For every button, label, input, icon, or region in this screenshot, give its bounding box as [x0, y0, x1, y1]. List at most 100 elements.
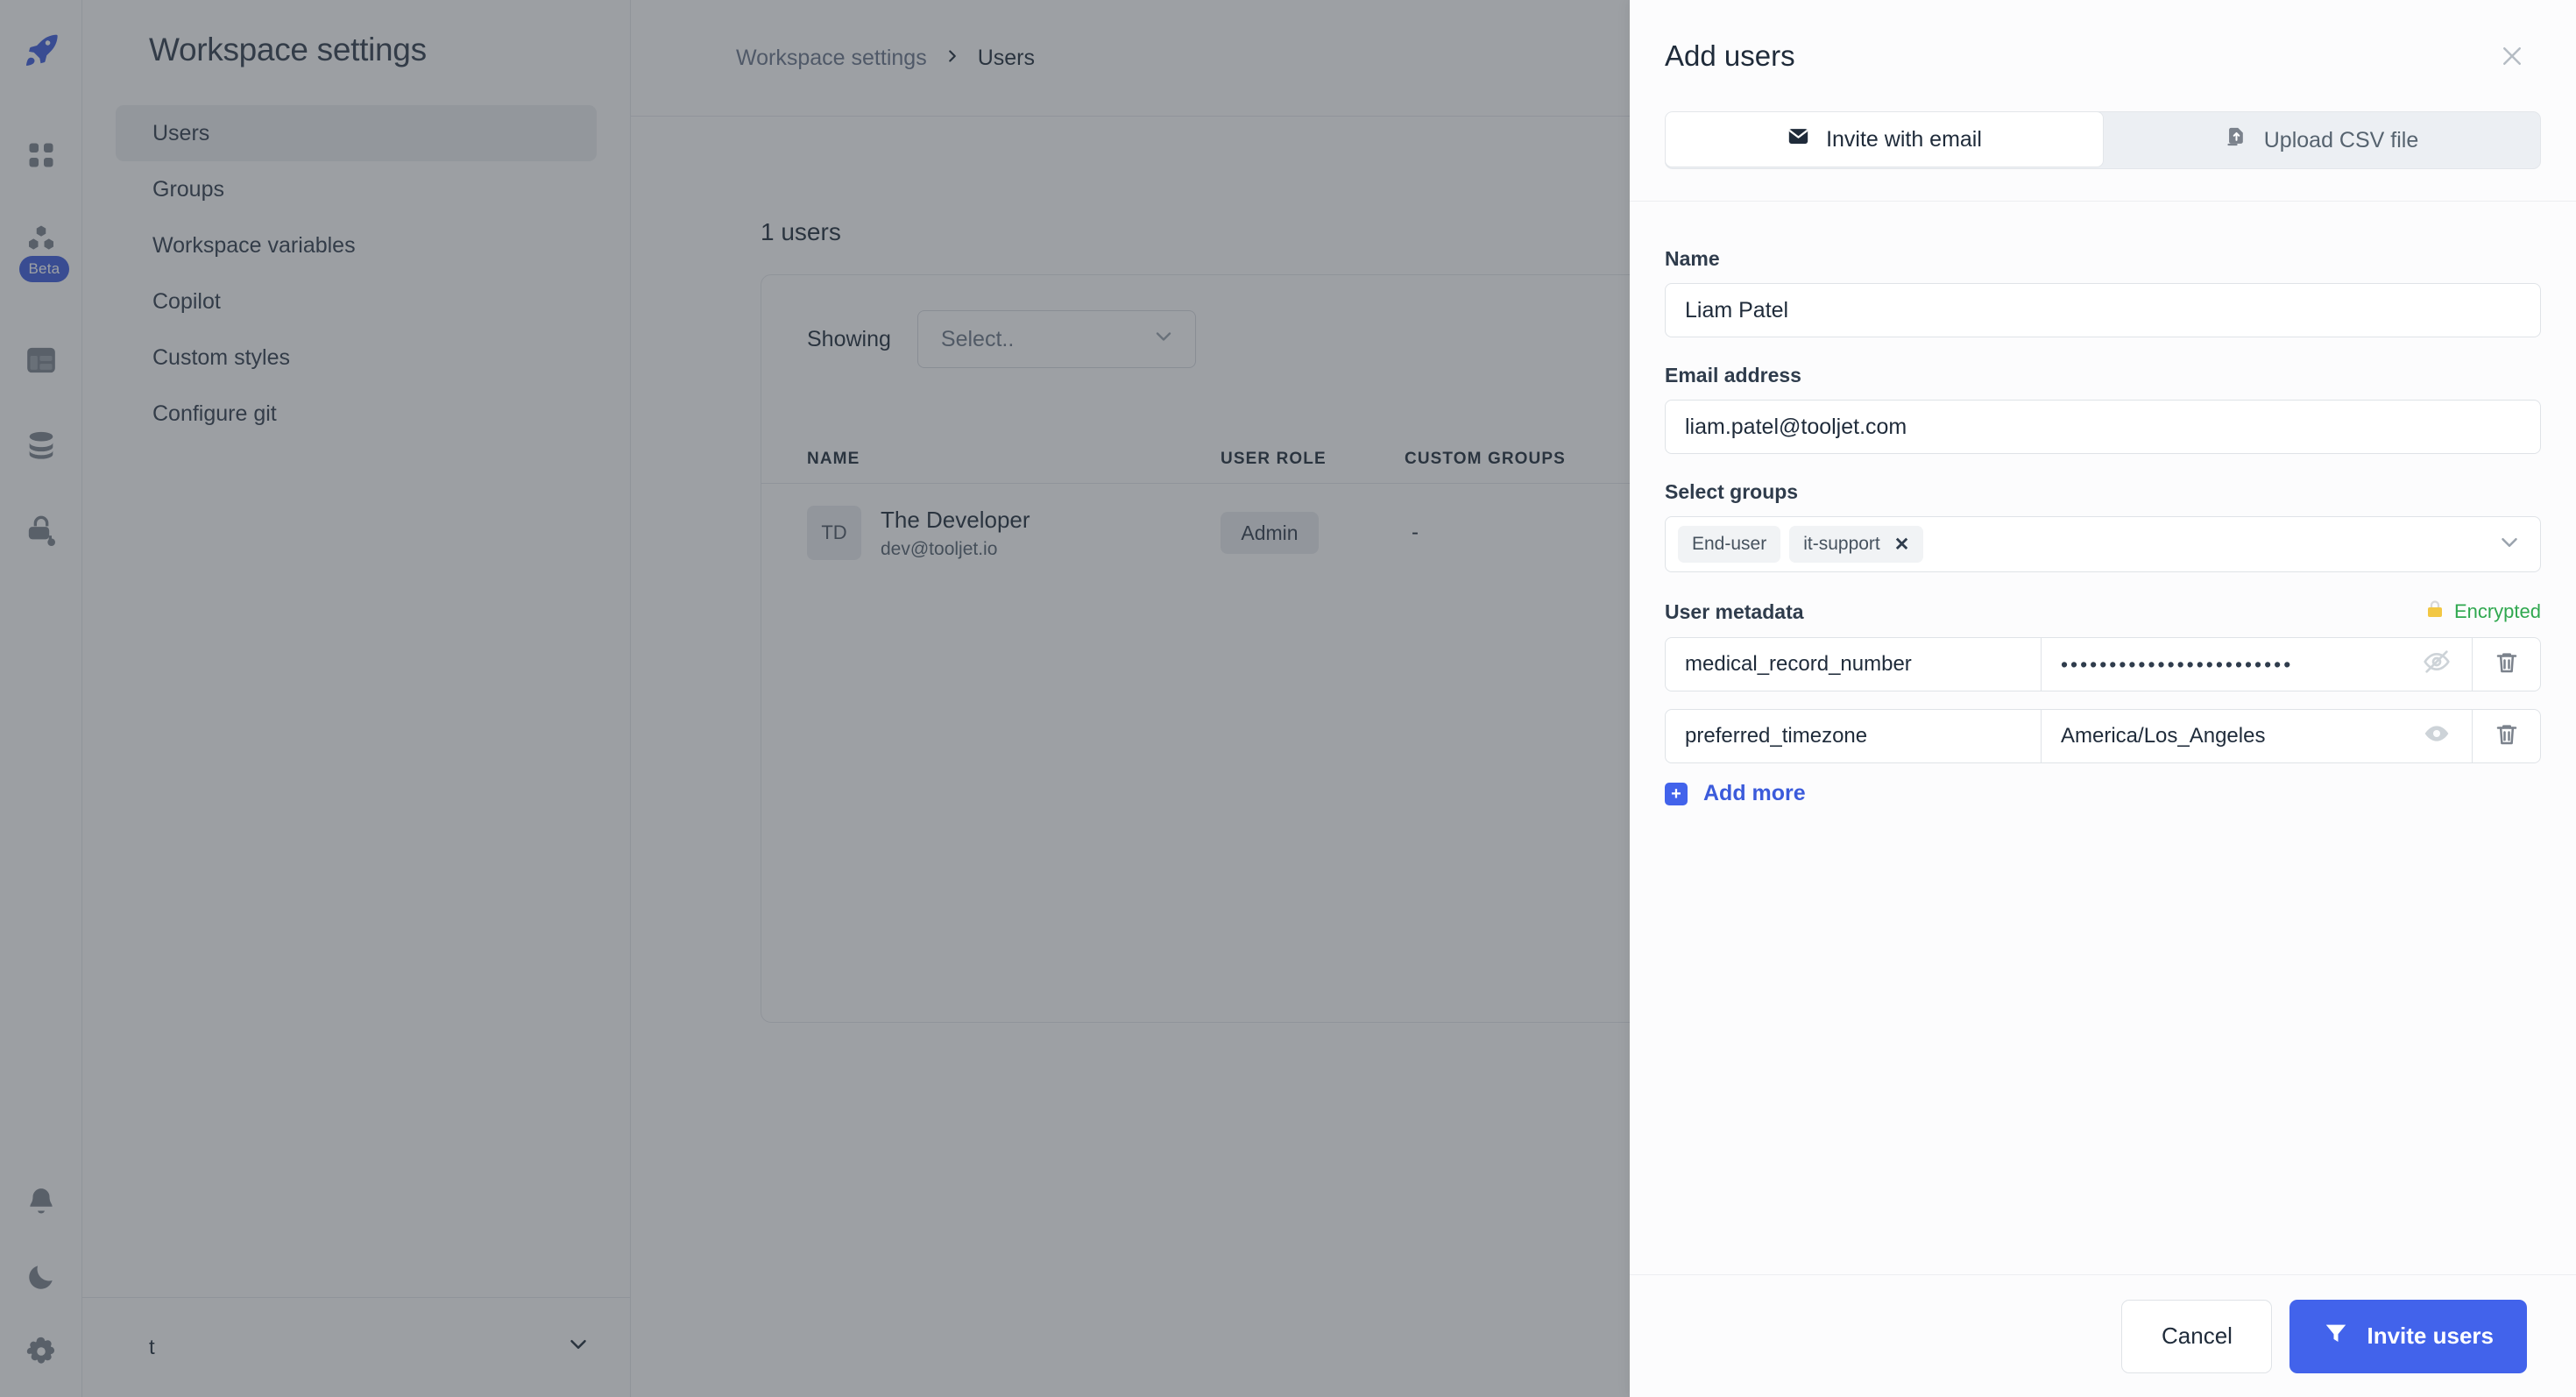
name-field-label: Name [1665, 247, 2541, 271]
drawer-footer: Cancel Invite users [1630, 1274, 2576, 1397]
email-field[interactable]: liam.patel@tooljet.com [1665, 400, 2541, 454]
drawer-tabs: Invite with email Upload CSV file [1665, 111, 2541, 169]
notifications-bell-icon[interactable] [25, 1186, 58, 1223]
sidebar-item-workspace-variables[interactable]: Workspace variables [116, 217, 597, 273]
lock-icon [2424, 599, 2445, 625]
breadcrumb-current: Users [978, 46, 1035, 71]
name-field-block: Name Liam Patel [1665, 247, 2541, 337]
close-icon[interactable] [2497, 41, 2527, 71]
encrypted-label: Encrypted [2454, 600, 2541, 623]
settings-gear-icon[interactable] [25, 1335, 58, 1372]
user-email: dev@tooljet.io [881, 539, 1221, 560]
tab-label: Invite with email [1826, 127, 1982, 152]
sidebar-item-groups[interactable]: Groups [116, 161, 597, 217]
workflows-hex-icon[interactable]: Beta [16, 216, 67, 266]
rocket-icon[interactable] [16, 25, 67, 75]
select-groups-block: Select groups End-user it-support ✕ [1665, 480, 2541, 572]
sidebar-item-copilot[interactable]: Copilot [116, 273, 597, 330]
tooljet-database-table-icon[interactable] [16, 335, 67, 386]
metadata-key-input[interactable]: medical_record_number [1665, 637, 2042, 691]
chevron-down-icon[interactable] [2496, 529, 2523, 560]
status-badge: Encrypted [2424, 599, 2541, 625]
name-input[interactable]: Liam Patel [1665, 283, 2541, 337]
user-name: The Developer [881, 507, 1221, 534]
apps-grid-icon[interactable] [16, 130, 67, 181]
group-chip-it-support: it-support ✕ [1789, 526, 1923, 563]
metadata-key-value: medical_record_number [1685, 652, 1912, 677]
cancel-button[interactable]: Cancel [2121, 1300, 2272, 1373]
tab-upload-csv-file[interactable]: Upload CSV file [2103, 112, 2540, 168]
chip-label: End-user [1692, 534, 1766, 555]
workspace-switcher-label: t [149, 1336, 155, 1360]
avatar: TD [807, 506, 861, 560]
user-metadata-block: User metadata Encrypted medical_record_n… [1665, 599, 2541, 806]
eye-off-icon[interactable] [2423, 648, 2451, 681]
cell-custom-groups: - [1405, 521, 1667, 545]
data-sources-stack-icon[interactable] [16, 421, 67, 472]
cancel-button-label: Cancel [2162, 1323, 2233, 1350]
sidebar-item-label: Custom styles [152, 345, 290, 371]
showing-label: Showing [807, 327, 891, 352]
drawer-header: Add users [1630, 0, 2576, 111]
beta-badge: Beta [19, 256, 70, 282]
metadata-row: preferred_timezone America/Los_Angeles [1665, 709, 2541, 763]
showing-select[interactable]: Select.. [917, 310, 1196, 368]
secrets-lock-icon[interactable] [16, 507, 67, 557]
column-header-custom-groups: CUSTOM GROUPS [1405, 450, 1667, 469]
metadata-key-value: preferred_timezone [1685, 724, 1867, 748]
sidebar-item-label: Groups [152, 177, 224, 202]
metadata-value-text: America/Los_Angeles [2061, 724, 2265, 748]
add-more-button[interactable]: + Add more [1665, 781, 2541, 806]
add-more-label: Add more [1703, 781, 1806, 806]
dark-mode-moon-icon[interactable] [25, 1260, 58, 1298]
metadata-row: medical_record_number ••••••••••••••••••… [1665, 637, 2541, 691]
chevron-down-icon [565, 1331, 591, 1364]
page-title: Workspace settings [82, 0, 630, 68]
select-groups-input[interactable]: End-user it-support ✕ [1665, 516, 2541, 572]
group-chip-end-user: End-user [1678, 526, 1780, 563]
status-badge: Admin [1221, 512, 1319, 554]
close-icon[interactable]: ✕ [1894, 534, 1910, 556]
column-header-user-role: USER ROLE [1221, 450, 1405, 469]
metadata-delete-button[interactable] [2473, 637, 2541, 691]
sidebar-item-label: Users [152, 121, 209, 146]
invite-users-button[interactable]: Invite users [2289, 1300, 2527, 1373]
breadcrumb-parent[interactable]: Workspace settings [736, 46, 927, 71]
trash-icon [2494, 649, 2520, 680]
showing-select-value: Select.. [941, 327, 1014, 352]
left-icon-rail: Beta [0, 0, 82, 1397]
metadata-value-input[interactable]: America/Los_Angeles [2042, 709, 2473, 763]
metadata-value-input[interactable]: •••••••••••••••••••••••• [2042, 637, 2473, 691]
email-input-value: liam.patel@tooljet.com [1685, 415, 1907, 440]
column-header-name: NAME [807, 450, 1221, 469]
file-upload-icon [2225, 125, 2248, 155]
select-groups-label: Select groups [1665, 480, 2541, 504]
sidebar-item-label: Workspace variables [152, 233, 356, 259]
email-field-label: Email address [1665, 364, 2541, 387]
sidebar-item-custom-styles[interactable]: Custom styles [116, 330, 597, 386]
metadata-delete-button[interactable] [2473, 709, 2541, 763]
cell-user-role: Admin [1221, 512, 1405, 554]
sidebar-item-users[interactable]: Users [116, 105, 597, 161]
email-field-block: Email address liam.patel@tooljet.com [1665, 364, 2541, 454]
chip-label: it-support [1803, 534, 1880, 555]
name-input-value: Liam Patel [1685, 298, 1788, 323]
tab-invite-with-email[interactable]: Invite with email [1665, 111, 2104, 167]
user-metadata-header: User metadata Encrypted [1665, 599, 2541, 625]
add-users-drawer: Add users Invite with email Upload CSV f… [1630, 0, 2576, 1397]
funnel-icon [2323, 1320, 2349, 1352]
tab-label: Upload CSV file [2264, 128, 2418, 153]
workspace-switcher[interactable]: t [82, 1297, 630, 1397]
trash-icon [2494, 721, 2520, 752]
sidebar-item-label: Configure git [152, 401, 277, 427]
chevron-down-icon [1151, 324, 1176, 355]
metadata-key-input[interactable]: preferred_timezone [1665, 709, 2042, 763]
sidebar-item-configure-git[interactable]: Configure git [116, 386, 597, 442]
plus-icon: + [1665, 783, 1688, 805]
workspace-settings-nav: Workspace settings Users Groups Workspac… [82, 0, 631, 1397]
eye-icon[interactable] [2423, 720, 2451, 754]
rail-bottom-group [0, 1186, 82, 1372]
user-metadata-label: User metadata [1665, 600, 1804, 624]
invite-users-label: Invite users [2367, 1323, 2494, 1350]
drawer-title: Add users [1665, 39, 1795, 73]
